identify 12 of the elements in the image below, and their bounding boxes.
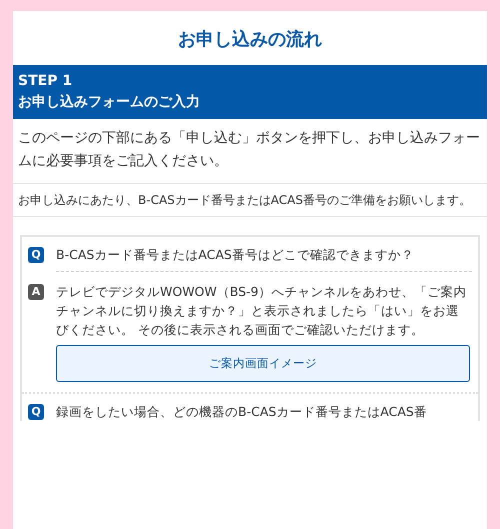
answer-text: テレビでデジタルWOWOW（BS-9）へチャンネルをあわせ、「ご案内チャンネルに切り換えますか？」と表示されましたら「はい」をお選びください。 その後に表示される画面でご確認いただけます。 (56, 282, 468, 339)
question-text: 録画をしたい場合、どの機器のB-CASカード番号またはACAS番 (56, 402, 427, 421)
page-title: お申し込みの流れ (177, 28, 323, 52)
image-button[interactable]: ご案内画面イメージ (56, 344, 470, 382)
question-text: B-CASカード番号またはACAS番号はどこで確認できますか？ (56, 246, 414, 264)
step-label: STEP 1 (18, 72, 74, 91)
note-text: お申し込みにあたり、B-CASカード番号またはACAS番号のご準備をお願いします。 (13, 184, 487, 217)
answer-icon: A (28, 284, 44, 300)
note-text: このページの下部にある「申し込む」ボタンを押下し、お申し込みフォームに必要事項をご記入ください。 (13, 118, 487, 184)
step-heading: お申し込みフォームのご入力 (18, 92, 201, 112)
question-icon: Q (28, 404, 44, 420)
question-icon: Q (28, 246, 44, 263)
